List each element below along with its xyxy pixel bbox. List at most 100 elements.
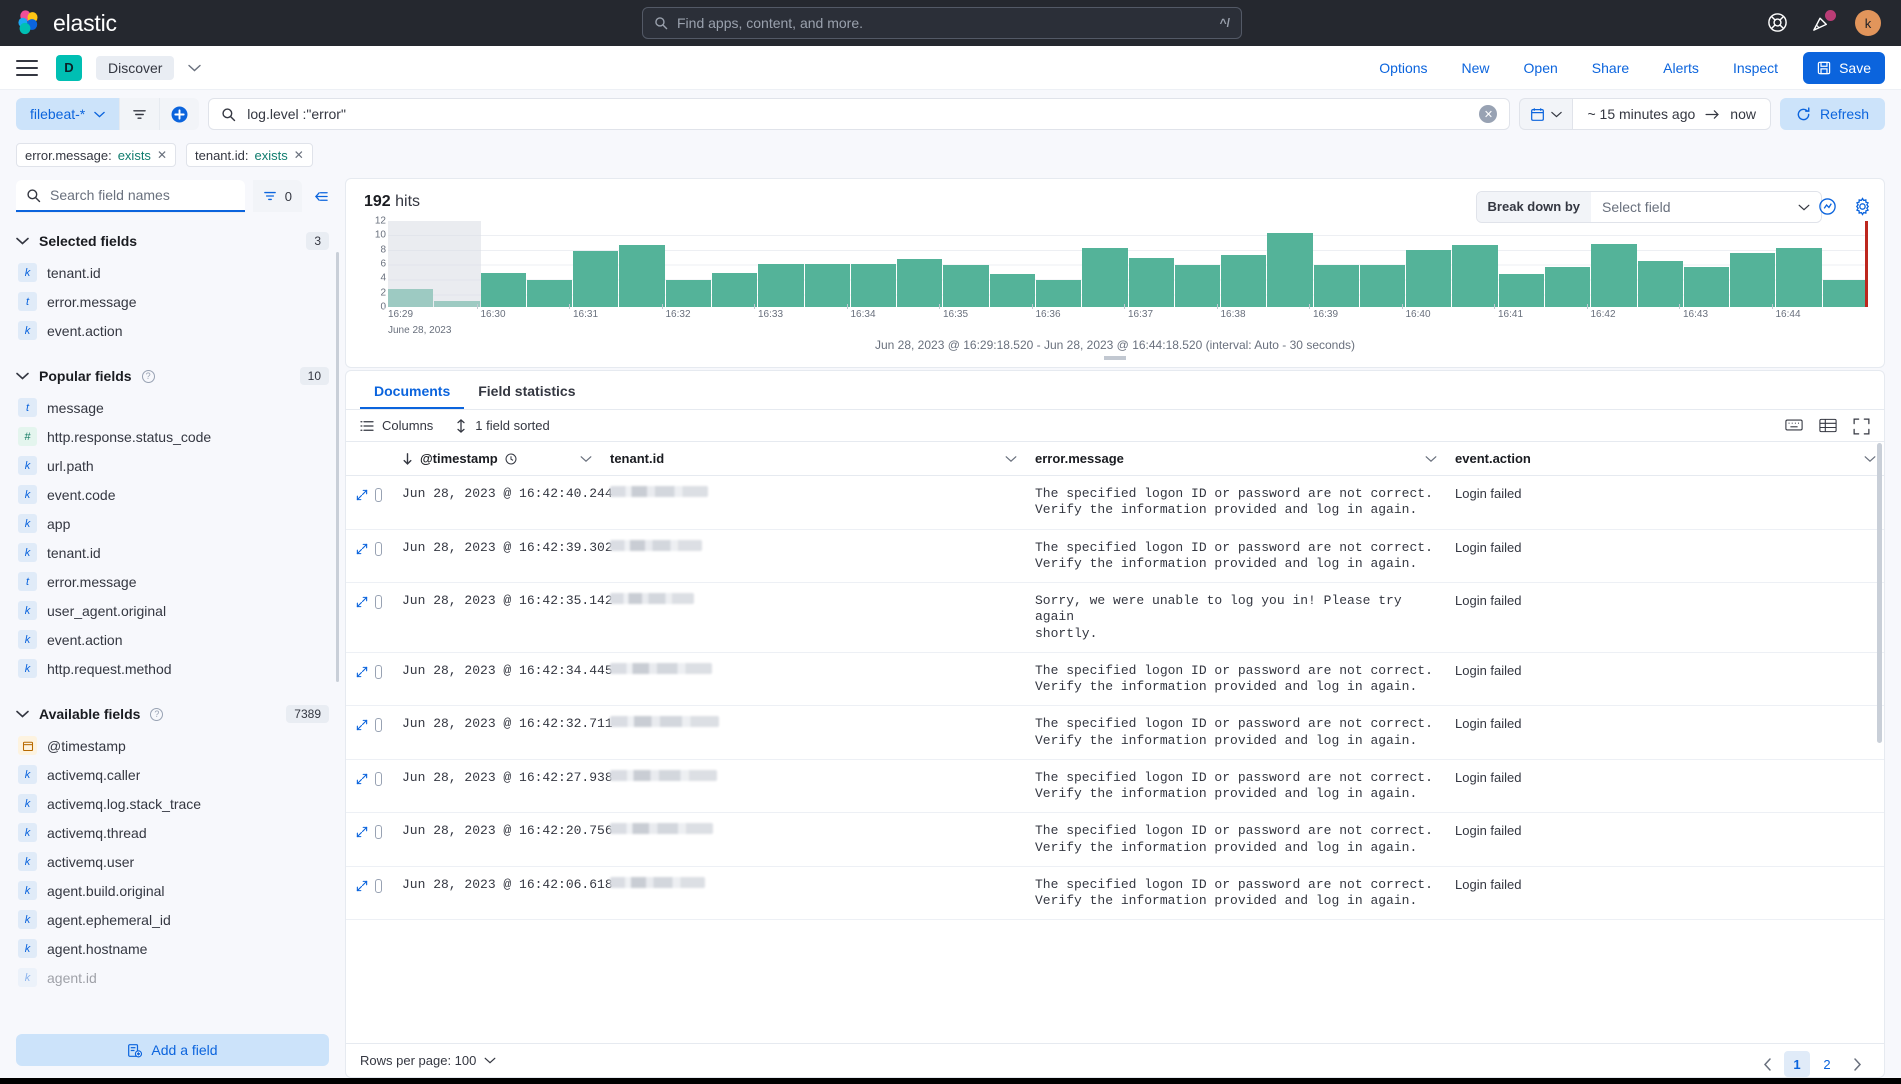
remove-filter-icon[interactable]: ✕ [294,148,304,162]
expand-document-icon[interactable] [356,826,368,838]
chart-bar[interactable] [481,273,526,307]
expand-document-icon[interactable] [356,543,368,555]
chart-bar[interactable] [666,280,711,307]
chart-bar[interactable] [1545,267,1590,307]
field-list-scroll[interactable]: Selected fields 3 k tenant.id t error.me… [0,218,345,1024]
field-item-timestamp[interactable]: @timestamp [16,731,333,760]
action-inspect[interactable]: Inspect [1716,60,1795,76]
table-row[interactable]: Jun 28, 2023 @ 16:42:20.756 The specified… [346,813,1884,867]
chart-bar[interactable] [1730,253,1775,307]
row-checkbox[interactable] [375,542,382,556]
expand-document-icon[interactable] [356,880,368,892]
field-item-agent-id[interactable]: k agent.id [16,963,333,992]
field-search-input[interactable]: Search field names [16,180,245,212]
column-menu-chevron-icon[interactable] [1425,455,1437,462]
table-row[interactable]: Jun 28, 2023 @ 16:42:27.938 The specified… [346,759,1884,813]
column-menu-chevron-icon[interactable] [580,455,592,462]
chart-bar[interactable] [758,264,803,307]
time-histogram-chart[interactable]: 121086420 16:2916:3016:3116:3216:3316:34… [360,221,1870,326]
row-checkbox[interactable] [375,665,382,679]
gear-icon[interactable] [1853,197,1872,216]
sort-fields-button[interactable]: 1 field sorted [455,418,549,433]
breadcrumb[interactable]: Discover [96,56,174,80]
field-item-tenant-id-popular[interactable]: k tenant.id [16,538,333,567]
documents-grid-scroll[interactable]: @timestamp tenant.id error.message event… [346,441,1884,1043]
discover-app-icon[interactable]: D [56,55,82,81]
chart-bar[interactable] [527,280,572,307]
section-header-available-fields[interactable]: Available fields ? 7389 [16,683,333,731]
grid-header-tenant-id[interactable]: tenant.id [600,442,1025,476]
chart-bar[interactable] [897,259,942,307]
chart-bar[interactable] [1638,261,1683,307]
expand-document-icon[interactable] [356,719,368,731]
chart-bar[interactable] [1684,267,1729,307]
rows-per-page-button[interactable]: Rows per page: 100 [360,1053,496,1068]
chart-bar[interactable] [434,301,479,307]
chart-bar[interactable] [1823,280,1868,307]
field-type-filter-button[interactable]: 0 [253,180,302,212]
table-row[interactable]: Jun 28, 2023 @ 16:42:39.302 The specified… [346,529,1884,583]
columns-button[interactable]: Columns [360,418,433,433]
help-question-icon[interactable]: ? [150,708,163,721]
expand-document-icon[interactable] [356,666,368,678]
field-item-user-agent-original[interactable]: k user_agent.original [16,596,333,625]
date-quick-menu-button[interactable] [1519,98,1572,130]
keyboard-shortcuts-icon[interactable] [1785,418,1803,435]
chart-bar[interactable] [573,251,618,307]
field-item-tenant-id[interactable]: k tenant.id [16,258,333,287]
chart-bar[interactable] [712,273,757,307]
field-item-message[interactable]: t message [16,393,333,422]
chart-bar[interactable] [1175,265,1220,307]
filter-options-button[interactable] [119,98,159,130]
section-header-selected-fields[interactable]: Selected fields 3 [16,222,333,258]
page-button-1[interactable]: 1 [1784,1051,1810,1077]
filter-pill[interactable]: tenant.id: exists ✕ [186,143,313,167]
tab-documents[interactable]: Documents [360,371,464,409]
query-input[interactable]: log.level :"error" ✕ [208,98,1510,130]
global-search[interactable]: Find apps, content, and more. ^/ [642,7,1242,39]
table-row[interactable]: Jun 28, 2023 @ 16:42:34.445 The specified… [346,652,1884,706]
field-item-activemq-thread[interactable]: k activemq.thread [16,818,333,847]
clear-query-icon[interactable]: ✕ [1479,105,1497,123]
chart-bar[interactable] [1591,244,1636,307]
field-item-error-message[interactable]: t error.message [16,287,333,316]
prev-page-button[interactable] [1754,1051,1780,1077]
display-options-icon[interactable] [1819,418,1837,435]
column-menu-chevron-icon[interactable] [1005,455,1017,462]
grid-header-timestamp[interactable]: @timestamp [392,442,600,476]
chart-bar[interactable] [990,274,1035,307]
remove-filter-icon[interactable]: ✕ [157,148,167,162]
expand-document-icon[interactable] [356,596,368,608]
expand-document-icon[interactable] [356,489,368,501]
grid-scrollbar[interactable] [1877,443,1882,743]
data-view-picker[interactable]: filebeat-* [16,98,119,130]
chart-bar[interactable] [851,264,896,307]
help-lifebuoy-icon[interactable] [1767,12,1789,34]
field-item-http-response-status-code[interactable]: # http.response.status_code [16,422,333,451]
field-item-error-message-popular[interactable]: t error.message [16,567,333,596]
date-range-display[interactable]: ~ 15 minutes ago now [1572,98,1770,130]
refresh-button[interactable]: Refresh [1780,98,1885,130]
field-item-event-action[interactable]: k event.action [16,316,333,345]
chart-bar[interactable] [619,245,664,307]
table-row[interactable]: Jun 28, 2023 @ 16:42:06.618 The specified… [346,866,1884,920]
table-row[interactable]: Jun 28, 2023 @ 16:42:35.142 Sorry, we wer… [346,583,1884,653]
action-open[interactable]: Open [1507,60,1575,76]
page-button-2[interactable]: 2 [1814,1051,1840,1077]
chart-bar[interactable] [1082,248,1127,307]
action-share[interactable]: Share [1575,60,1646,76]
action-alerts[interactable]: Alerts [1646,60,1716,76]
help-question-icon[interactable]: ? [142,370,155,383]
next-page-button[interactable] [1844,1051,1870,1077]
row-checkbox[interactable] [375,718,382,732]
field-item-http-request-method[interactable]: k http.request.method [16,654,333,683]
filter-pill[interactable]: error.message: exists ✕ [16,143,176,167]
field-item-app[interactable]: k app [16,509,333,538]
edit-visualization-icon[interactable] [1818,197,1837,216]
chart-bar[interactable] [1221,255,1266,307]
row-checkbox[interactable] [375,879,382,893]
row-checkbox[interactable] [375,772,382,786]
panel-resize-handle[interactable] [1104,356,1126,360]
grid-header-event-action[interactable]: event.action [1445,442,1884,476]
row-checkbox[interactable] [375,825,382,839]
